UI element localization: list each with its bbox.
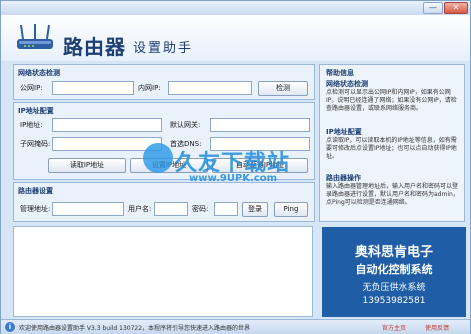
home-link[interactable]: 官方主页 [382, 323, 406, 332]
password-field[interactable] [214, 202, 238, 216]
minimize-button[interactable]: — [423, 2, 443, 14]
watermark-logo-icon [143, 143, 173, 173]
router-icon [15, 23, 55, 55]
mgmt-address-label: 管理地址: [20, 205, 51, 213]
ad-banner[interactable]: 奥科思肯电子 自动化控制系统 无负压供水系统 13953982581 [322, 227, 466, 317]
log-output[interactable] [13, 226, 313, 317]
app-subtitle: 设置助手 [133, 41, 194, 56]
password-label: 密码: [192, 205, 209, 213]
login-button[interactable]: 登录 [242, 202, 268, 217]
watermark-url: www.9UPK.com [189, 173, 278, 184]
watermark: 久友下载站 www.9UPK.com [139, 141, 339, 201]
public-ip-label: 公网IP: [20, 84, 43, 92]
title-bar: — ✕ [1, 1, 470, 15]
ip-config-title: IP地址配置 [18, 107, 54, 115]
gateway-label: 默认网关: [170, 121, 201, 129]
status-bar: i 欢迎使用路由器设置助手 V3.3 build 130722，本程序将引导您快… [1, 319, 470, 334]
lan-ip-label: 内网IP: [138, 84, 161, 92]
help-panel: 帮助信息 网络状态检测 点检测可以显示出公网IP和内网IP，如果有公网IP，说明… [319, 64, 465, 222]
help-section-ip-title: IP地址配置 [326, 128, 362, 136]
public-ip-field[interactable] [52, 81, 134, 95]
help-section-network-text: 点检测可以显示出公网IP和内网IP，如果有公网IP，说明已经连通了网络；如果没有… [326, 89, 457, 112]
username-field[interactable] [154, 202, 188, 216]
mgmt-address-field[interactable] [52, 202, 124, 216]
status-message: 欢迎使用路由器设置助手 V3.3 build 130722，本程序将引导您快速进… [19, 325, 251, 332]
ip-address-field[interactable] [52, 118, 162, 132]
ip-address-label: IP地址: [20, 121, 43, 129]
router-settings-title: 路由器设置 [18, 187, 53, 195]
detect-button[interactable]: 检测 [258, 81, 308, 96]
ad-line-product: 自动化控制系统 [355, 263, 433, 276]
subnet-mask-label: 子网掩码: [20, 140, 51, 148]
help-section-router-text: 输入路由器管理地址后，输入用户名和密码可以登录路由器进行设置，默认用户名和密码为… [326, 183, 459, 206]
help-section-ip-text: 点读取IP，可以读取本机的IP地址等信息，如有需要可修改后点设置IP地址；也可以… [326, 137, 457, 160]
app-header: 路由器 设置助手 [1, 15, 470, 61]
help-title: 帮助信息 [326, 69, 354, 77]
close-button[interactable]: ✕ [444, 2, 468, 14]
info-icon: i [5, 322, 15, 332]
ad-phone: 13953982581 [362, 296, 426, 306]
read-ip-button[interactable]: 读取IP地址 [48, 158, 126, 173]
gateway-field[interactable] [210, 118, 310, 132]
feedback-link[interactable]: 使用反馈 [425, 323, 449, 332]
window-controls: — ✕ [423, 2, 468, 14]
app-title: 路由器 [63, 35, 126, 59]
ping-button[interactable]: Ping [274, 202, 308, 217]
lan-ip-field[interactable] [168, 81, 252, 95]
ad-line-product2: 无负压供水系统 [362, 283, 426, 293]
ad-line-company: 奥科思肯电子 [354, 245, 433, 260]
help-section-network-title: 网络状态检测 [326, 80, 368, 88]
network-detect-group: 网络状态检测 公网IP: 内网IP: 检测 [13, 64, 315, 100]
app-window: — ✕ 路由器 设置助手 网络状态检测 公网IP: 内网IP: 检测 IP地址配… [0, 0, 471, 334]
network-detect-title: 网络状态检测 [18, 69, 60, 77]
username-label: 用户名: [128, 205, 152, 213]
